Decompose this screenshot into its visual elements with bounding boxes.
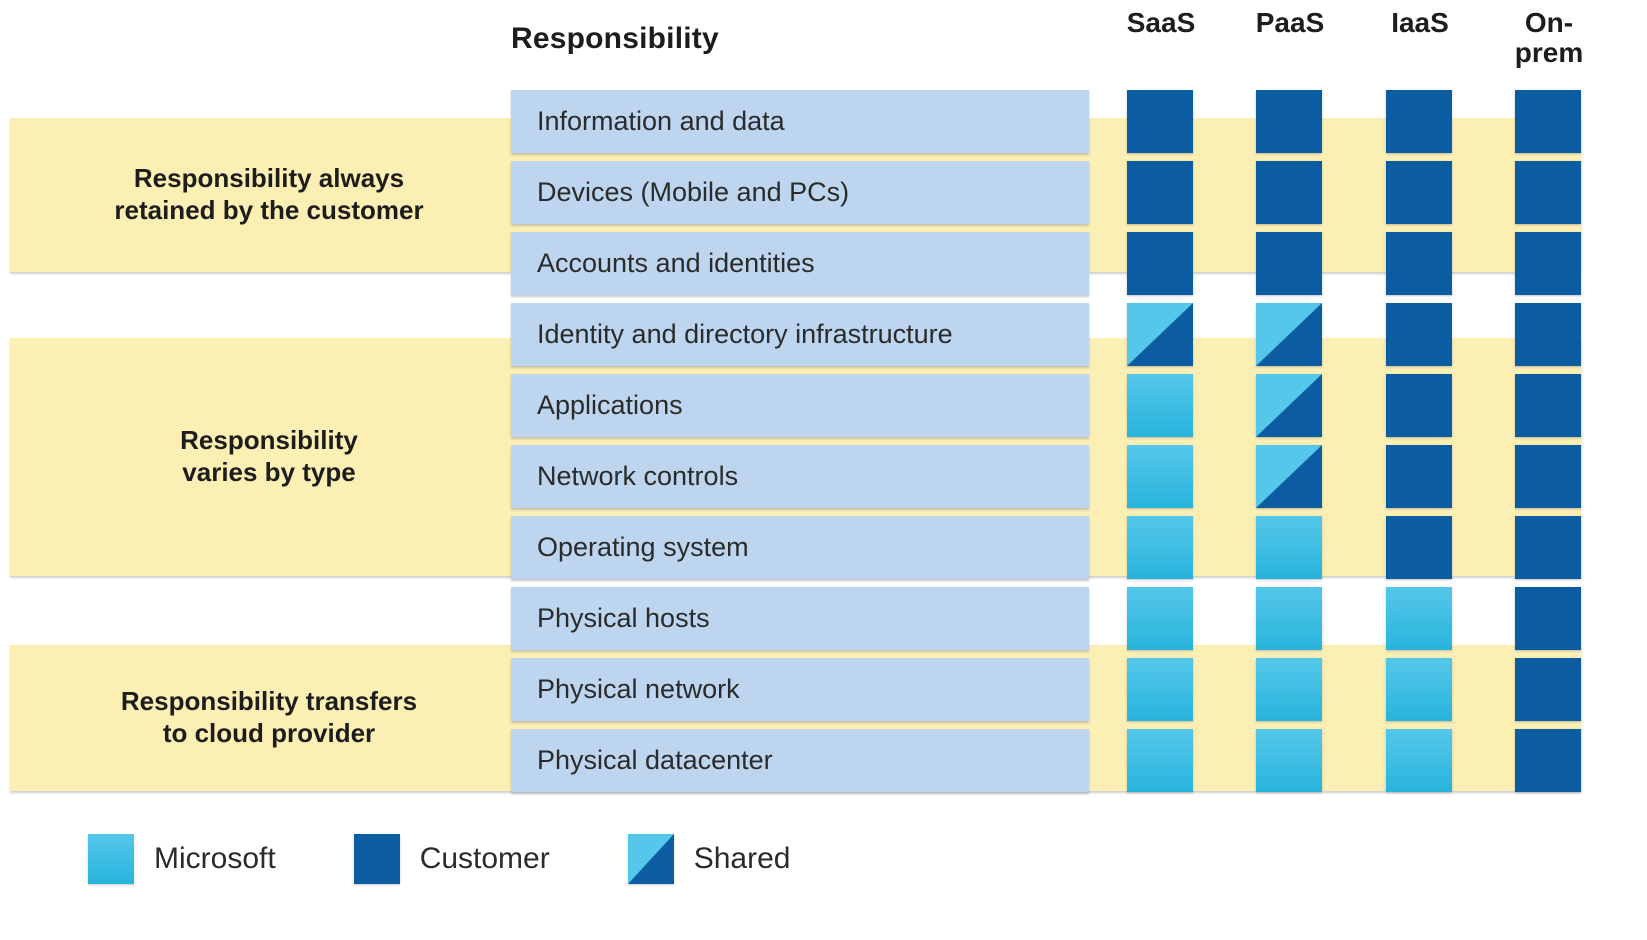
legend-item-customer: Customer: [353, 834, 550, 884]
legend-swatch-microsoft-icon: [88, 834, 134, 884]
cell-onprem-customer: [1515, 516, 1581, 579]
cell-paas-microsoft: [1256, 587, 1322, 650]
column-header-paas: PaaS: [1255, 7, 1325, 38]
cell-iaas-microsoft: [1386, 729, 1452, 792]
cell-iaas-microsoft: [1386, 658, 1452, 721]
cell-saas-microsoft: [1127, 587, 1193, 650]
cell-saas-microsoft: [1127, 658, 1193, 721]
responsibility-row: Physical hosts: [511, 587, 1089, 650]
cell-iaas-customer: [1386, 161, 1452, 224]
cell-iaas-customer: [1386, 303, 1452, 366]
legend-item-microsoft: Microsoft: [88, 834, 276, 884]
cell-saas-customer: [1127, 90, 1193, 153]
cell-iaas-customer: [1386, 516, 1452, 579]
responsibility-row-label: Identity and directory infrastructure: [537, 319, 953, 349]
responsibility-row-label: Devices (Mobile and PCs): [537, 177, 850, 207]
column-header-onprem: On-prem: [1514, 7, 1584, 69]
cell-onprem-customer: [1515, 445, 1581, 508]
cell-saas-customer: [1127, 161, 1193, 224]
cell-paas-shared: [1256, 445, 1322, 508]
responsibility-row-label: Information and data: [537, 106, 785, 136]
cell-saas-microsoft: [1127, 729, 1193, 792]
group-band-label: Responsibility varies by type: [180, 425, 358, 487]
legend-label: Microsoft: [154, 842, 276, 875]
responsibility-row-label: Operating system: [537, 532, 749, 562]
cell-onprem-customer: [1515, 161, 1581, 224]
responsibility-row: Identity and directory infrastructure: [511, 303, 1089, 366]
cell-iaas-customer: [1386, 445, 1452, 508]
responsibility-row: Operating system: [511, 516, 1089, 579]
cell-onprem-customer: [1515, 90, 1581, 153]
cell-onprem-customer: [1515, 587, 1581, 650]
column-header-iaas: IaaS: [1391, 7, 1449, 38]
cell-paas-customer: [1256, 90, 1322, 153]
legend-swatch-customer-icon: [353, 834, 400, 884]
cell-iaas-microsoft: [1386, 587, 1452, 650]
cell-saas-microsoft: [1127, 374, 1193, 437]
cell-paas-microsoft: [1256, 658, 1322, 721]
group-band-label: Responsibility always retained by the cus…: [114, 163, 424, 225]
responsibility-row: Devices (Mobile and PCs): [511, 161, 1089, 224]
responsibility-row: Applications: [511, 374, 1089, 437]
responsibility-row-label: Physical hosts: [537, 603, 710, 633]
responsibility-row-label: Physical network: [537, 674, 740, 704]
cell-paas-customer: [1256, 161, 1322, 224]
cell-iaas-customer: [1386, 90, 1452, 153]
responsibility-row: Physical datacenter: [511, 729, 1089, 792]
responsibility-column-header: Responsibility: [511, 22, 719, 55]
cell-onprem-customer: [1515, 729, 1581, 792]
cell-iaas-customer: [1386, 374, 1452, 437]
cell-paas-microsoft: [1256, 516, 1322, 579]
responsibility-row: Accounts and identities: [511, 232, 1089, 295]
cell-onprem-customer: [1515, 374, 1581, 437]
legend-swatch-shared-icon: [627, 834, 674, 884]
cell-onprem-customer: [1515, 303, 1581, 366]
group-band-label: Responsibility transfers to cloud provide…: [120, 686, 418, 748]
cell-saas-shared: [1127, 303, 1193, 366]
responsibility-row-label: Accounts and identities: [537, 248, 815, 278]
shared-responsibility-diagram: Responsibility SaaS PaaS IaaS On-prem Respo…: [0, 0, 1647, 940]
cell-onprem-customer: [1515, 658, 1581, 721]
responsibility-row: Physical network: [511, 658, 1089, 721]
cell-paas-shared: [1256, 303, 1322, 366]
responsibility-row-label: Network controls: [537, 461, 739, 491]
legend: Microsoft Customer Shared: [88, 834, 790, 884]
cell-saas-microsoft: [1127, 445, 1193, 508]
legend-label: Customer: [419, 842, 550, 875]
responsibility-row: Information and data: [511, 90, 1089, 153]
legend-item-shared: Shared: [627, 834, 791, 884]
cell-paas-customer: [1256, 232, 1322, 295]
cell-paas-shared: [1256, 374, 1322, 437]
cell-paas-microsoft: [1256, 729, 1322, 792]
cell-saas-microsoft: [1127, 516, 1193, 579]
cell-onprem-customer: [1515, 232, 1581, 295]
cell-saas-customer: [1127, 232, 1193, 295]
column-header-saas: SaaS: [1126, 7, 1196, 38]
responsibility-row-label: Physical datacenter: [537, 745, 773, 775]
legend-label: Shared: [693, 842, 791, 875]
responsibility-row-label: Applications: [537, 390, 683, 420]
cell-iaas-customer: [1386, 232, 1452, 295]
responsibility-row: Network controls: [511, 445, 1089, 508]
